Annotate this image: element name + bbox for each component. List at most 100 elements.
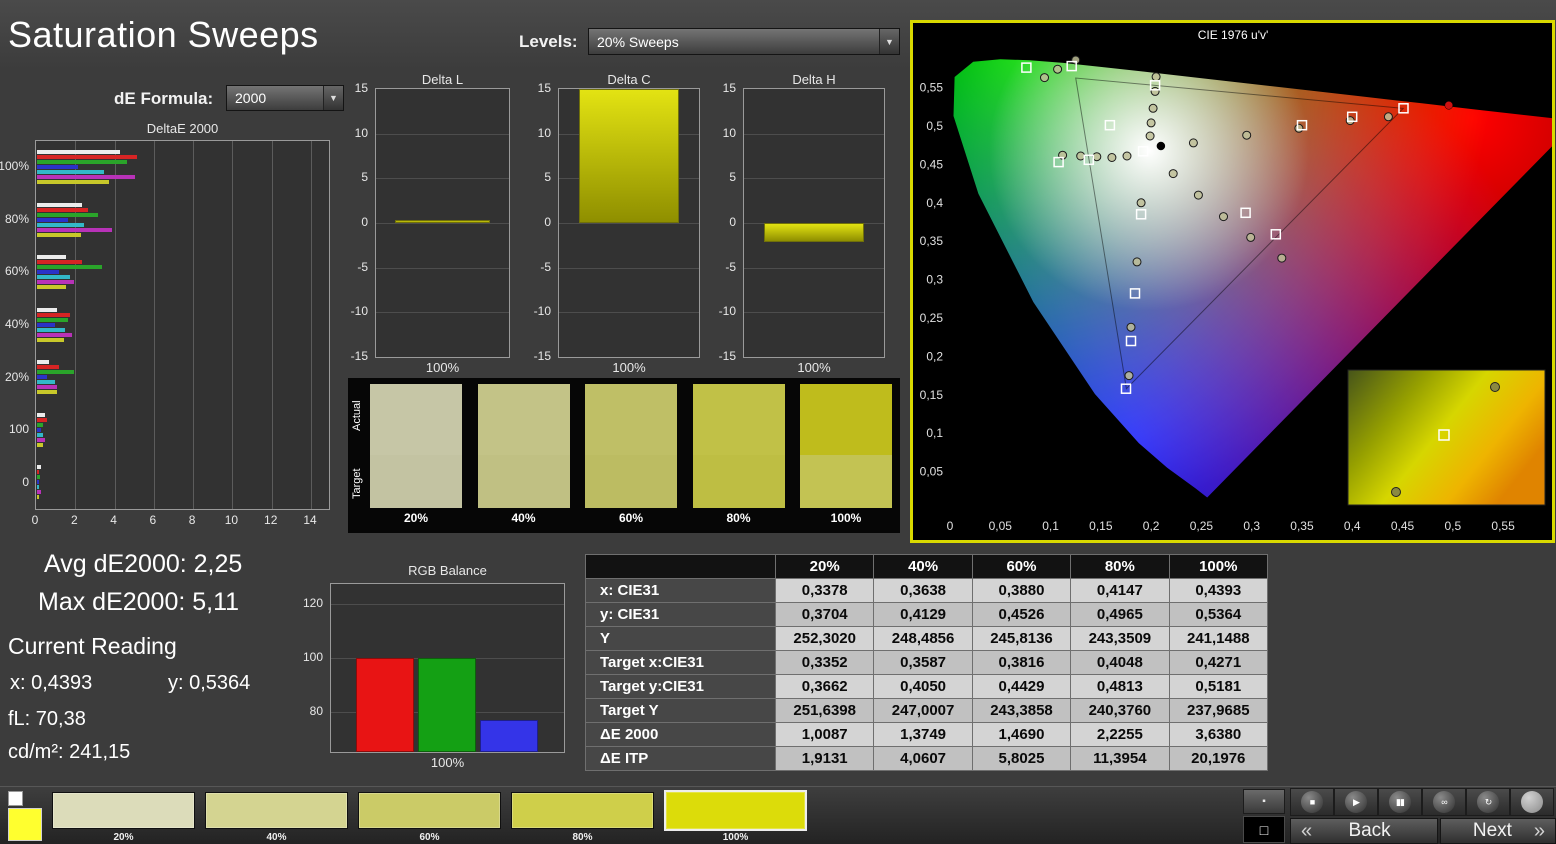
pattern-window-button[interactable]: ▪ [1243,789,1285,814]
table-cell: 1,0087 [776,723,874,747]
delta-h-x-label: 100% [743,360,885,375]
back-button[interactable]: « Back [1290,818,1438,844]
axis-tick-label: 0 [729,215,736,229]
table-cell: 0,4813 [1071,675,1169,699]
measurement-point [1384,113,1392,121]
refresh-button[interactable]: ↻ [1466,788,1510,816]
stop-button[interactable]: ■ [1290,788,1334,816]
gridline [154,141,155,509]
table-row: Target y:CIE310,36620,40500,44290,48130,… [586,675,1268,699]
bar [37,165,78,169]
measurement-point [1247,233,1255,241]
bar [37,275,70,279]
axis-tick-label: 20% [5,370,29,384]
stop-icon: ■ [1301,791,1323,813]
swatch-label: 80% [693,511,785,525]
record-button[interactable] [1510,788,1554,816]
pattern-button-100%[interactable] [664,790,807,831]
axis-tick-label: -10 [534,304,551,318]
current-reading-fl: fL: 70,38 [8,708,86,731]
rgb-balance-chart [330,583,565,753]
bar [37,180,109,184]
pattern-label: 100% [664,832,807,843]
pattern-stop-button[interactable]: □ [1243,816,1285,843]
actual-swatch-80% [693,384,785,455]
table-cell: 2,2255 [1071,723,1169,747]
bottom-bar: 20%40%60%80%100% ▪ □ ■ ▶ ▮▮ ∞↻ « Back Next … [0,786,1556,844]
square-outline-icon: □ [1260,822,1268,838]
current-reading-title: Current Reading [8,633,177,660]
bar [37,323,55,327]
next-button[interactable]: Next » [1440,818,1556,844]
bar [37,255,66,259]
axis-tick-label: 0,5 [926,119,943,133]
axis-tick-label: 0 [947,519,954,533]
table-cell: 0,4429 [972,675,1070,699]
delta-bar [395,220,491,223]
axis-tick-label: 5 [544,170,551,184]
measurement-point [1295,124,1303,132]
active-pattern-indicator [8,808,42,841]
pause-icon: ▮▮ [1389,791,1411,813]
pause-button[interactable]: ▮▮ [1378,788,1422,816]
gridline [744,312,884,313]
actual-swatch-20% [370,384,462,455]
target-swatch-60% [585,455,677,508]
axis-tick-label: 0,1 [1042,519,1059,533]
actual-swatch-60% [585,384,677,455]
pattern-button-strip: 20%40%60%80%100% [52,790,842,844]
pattern-button-60%[interactable] [358,792,501,829]
row-label: y: CIE31 [586,603,776,627]
axis-tick-label: 0,3 [926,273,943,287]
pattern-button-40%[interactable] [205,792,348,829]
back-label: Back [1312,820,1427,842]
rgb-balance-y-axis: 12010080 [299,583,327,753]
column-header: 100% [1169,555,1267,579]
axis-tick-label: 0,4 [1344,519,1361,533]
pattern-button-80%[interactable] [511,792,654,829]
table-cell: 241,1488 [1169,627,1267,651]
axis-tick-label: -5 [540,260,551,274]
measurement-point [1189,139,1197,147]
row-label: ΔE 2000 [586,723,776,747]
table-cell: 0,3880 [972,579,1070,603]
delta-l-x-label: 100% [375,360,510,375]
delta-l-chart [375,88,510,358]
levels-dropdown[interactable]: 20% Sweeps ▼ [588,28,900,55]
axis-tick-label: 0 [22,475,29,489]
pattern-button-20%[interactable] [52,792,195,829]
bar [37,233,81,237]
transport-controls: ■ ▶ ▮▮ ∞↻ [1290,788,1556,816]
deltae2000-chart [35,140,330,510]
table-cell: 0,5181 [1169,675,1267,699]
cie-diagram: CIE 1976 u'v'0,550,50,450,40,350,30,250,… [913,23,1552,540]
axis-tick-label: 14 [298,513,322,527]
measurement-point [1220,213,1228,221]
actual-swatch-100% [800,384,892,455]
inset-measurement-point [1392,488,1401,497]
bar [37,490,41,494]
target-swatch-100% [800,455,892,508]
gridline [311,141,312,509]
row-label: ΔE ITP [586,747,776,771]
record-icon [1521,791,1543,813]
table-cell: 3,6380 [1169,723,1267,747]
delta-c-y-axis: 151050-5-10-15 [526,88,555,358]
red-bar [356,658,414,752]
table-cell: 0,4050 [874,675,972,699]
pattern-label: 60% [358,832,501,843]
measurement-point [1151,87,1159,95]
de-formula-dropdown[interactable]: 2000 ▼ [226,85,344,111]
delta-h-title: Delta H [743,72,885,87]
table-row: Target x:CIE310,33520,35870,38160,40480,… [586,651,1268,675]
target-swatch-20% [370,455,462,508]
current-reading-y: y: 0,5364 [168,672,250,695]
loop-button[interactable]: ∞ [1422,788,1466,816]
inset-measurement-point [1491,383,1500,392]
chevron-down-icon: ▼ [879,29,899,54]
measurement-point [1147,119,1155,127]
play-button[interactable]: ▶ [1334,788,1378,816]
bar [37,203,82,207]
chevron-right-icon: » [1534,820,1545,843]
axis-tick-label: 0,45 [920,157,944,171]
